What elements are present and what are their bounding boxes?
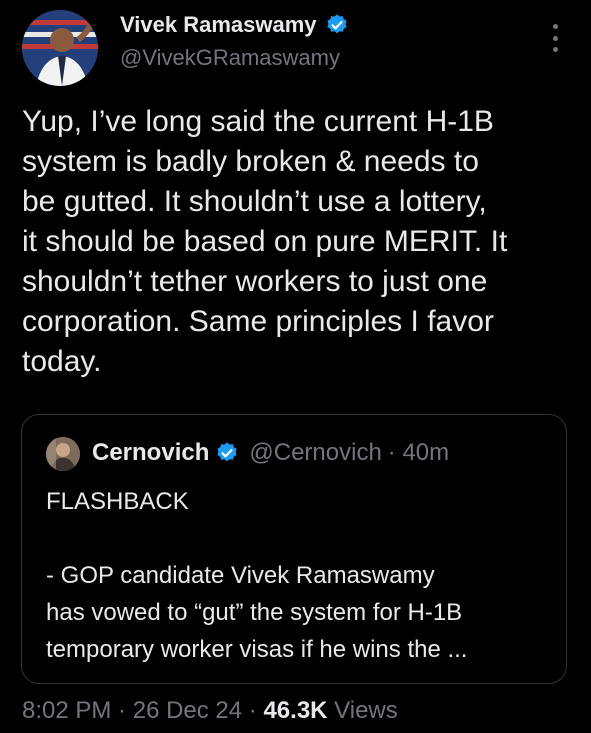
separator: · <box>111 697 133 724</box>
tweet-metadata: 8:02 PM · 26 Dec 24 · 46.3K Views <box>22 697 398 725</box>
more-options-icon[interactable] <box>545 24 565 52</box>
author-avatar[interactable] <box>22 10 98 86</box>
tweet-line: Yup, I’ve long said the current H-1B <box>22 105 494 138</box>
separator: · <box>242 697 264 724</box>
views-label: Views <box>327 697 398 724</box>
quoted-line: temporary worker visas if he wins the ..… <box>46 636 468 663</box>
tweet-line: today. <box>22 345 102 378</box>
quoted-tweet-time: · 40m <box>387 439 450 466</box>
views-count: 46.3K <box>263 697 328 724</box>
author-handle[interactable]: @VivekGRamaswamy <box>120 45 340 71</box>
quoted-tweet-text: FLASHBACK - GOP candidate Vivek Ramaswam… <box>46 483 551 668</box>
tweet-time[interactable]: 8:02 PM <box>22 697 111 724</box>
quoted-line: has vowed to “gut” the system for H-1B <box>46 599 463 626</box>
quoted-author-handle[interactable]: @Cernovich <box>249 439 381 467</box>
tweet-text: Yup, I’ve long said the current H-1B sys… <box>22 102 582 382</box>
quoted-author-avatar[interactable] <box>46 437 80 471</box>
tweet-line: system is badly broken & needs to <box>22 145 479 178</box>
verified-badge-icon <box>217 442 237 462</box>
author-name-label[interactable]: Vivek Ramaswamy <box>120 12 317 38</box>
verified-badge-icon <box>326 14 347 34</box>
author-name[interactable]: Vivek Ramaswamy <box>120 12 349 38</box>
quoted-line: - GOP candidate Vivek Ramaswamy <box>46 562 435 589</box>
tweet-line: shouldn’t tether workers to just one <box>22 265 488 298</box>
quoted-author-name[interactable]: Cernovich <box>92 439 209 467</box>
quoted-tweet-card[interactable]: Cernovich @Cernovich · 40m FLASHBACK - G… <box>21 414 567 684</box>
tweet-line: be gutted. It shouldn’t use a lottery, <box>22 185 487 218</box>
quoted-tweet-header: Cernovich @Cernovich · 40m <box>92 439 449 467</box>
tweet-date[interactable]: 26 Dec 24 <box>133 697 242 724</box>
tweet-line: it should be based on pure MERIT. It <box>22 225 508 258</box>
quoted-line: FLASHBACK <box>46 488 189 515</box>
quoted-line <box>46 520 551 557</box>
tweet-line: corporation. Same principles I favor <box>22 305 494 338</box>
